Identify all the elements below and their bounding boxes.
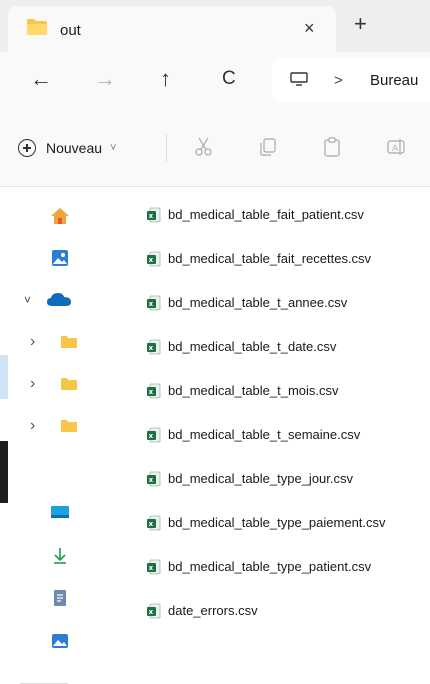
refresh-button[interactable]: C bbox=[222, 66, 236, 92]
svg-text:x: x bbox=[149, 476, 154, 484]
file-row[interactable]: x bd_medical_table_t_mois.csv bbox=[95, 369, 430, 413]
svg-text:x: x bbox=[149, 212, 154, 220]
navigation-bar: ← → ↑ C > Bureau bbox=[0, 52, 430, 110]
file-row[interactable]: x date_errors.csv bbox=[95, 589, 430, 633]
svg-text:x: x bbox=[149, 388, 154, 396]
excel-csv-icon: x bbox=[147, 427, 161, 443]
plus-circle-icon bbox=[18, 139, 36, 157]
excel-csv-icon: x bbox=[147, 515, 161, 531]
excel-csv-icon: x bbox=[147, 339, 161, 355]
up-button[interactable]: ↑ bbox=[160, 66, 171, 92]
file-row[interactable]: x bd_medical_table_type_patient.csv bbox=[95, 545, 430, 589]
file-row[interactable]: x bd_medical_table_fait_patient.csv bbox=[95, 193, 430, 237]
file-name: bd_medical_table_fait_recettes.csv bbox=[168, 251, 372, 266]
pictures-icon[interactable] bbox=[51, 633, 69, 649]
cut-icon[interactable] bbox=[193, 136, 215, 158]
file-row[interactable]: x bd_medical_table_t_date.csv bbox=[95, 325, 430, 369]
file-row[interactable]: x bd_medical_table_fait_recettes.csv bbox=[95, 237, 430, 281]
computer-icon bbox=[290, 72, 308, 86]
excel-csv-icon: x bbox=[147, 383, 161, 399]
file-name: bd_medical_table_t_date.csv bbox=[168, 339, 337, 354]
svg-text:x: x bbox=[149, 520, 154, 528]
desktop-icon[interactable] bbox=[50, 505, 70, 519]
svg-text:A: A bbox=[392, 144, 399, 154]
selection-strip bbox=[0, 355, 8, 399]
file-row[interactable]: x bd_medical_table_type_jour.csv bbox=[95, 457, 430, 501]
excel-csv-icon: x bbox=[147, 603, 161, 619]
expand-chevron-icon[interactable]: ˅ bbox=[24, 293, 31, 307]
folder-icon[interactable] bbox=[60, 335, 78, 349]
new-button[interactable]: Nouveau ˅ bbox=[18, 134, 116, 162]
breadcrumb-separator[interactable]: > bbox=[334, 72, 343, 89]
downloads-icon[interactable] bbox=[52, 547, 68, 565]
svg-text:x: x bbox=[149, 564, 154, 572]
folder-icon bbox=[27, 19, 47, 35]
tab-title: out bbox=[60, 22, 81, 39]
gallery-icon[interactable] bbox=[51, 249, 69, 267]
file-name: bd_medical_table_type_jour.csv bbox=[168, 471, 354, 486]
toolbar-separator bbox=[166, 134, 167, 162]
file-row[interactable]: x bd_medical_table_type_paiement.csv bbox=[95, 501, 430, 545]
copy-icon[interactable] bbox=[257, 136, 279, 158]
command-bar: Nouveau ˅ A bbox=[0, 110, 430, 187]
rename-icon[interactable]: A bbox=[385, 136, 407, 158]
file-name: bd_medical_table_type_patient.csv bbox=[168, 559, 372, 574]
svg-text:x: x bbox=[149, 432, 154, 440]
folder-icon[interactable] bbox=[60, 377, 78, 391]
excel-csv-icon: x bbox=[147, 295, 161, 311]
file-name: bd_medical_table_fait_patient.csv bbox=[168, 207, 364, 222]
file-name: date_errors.csv bbox=[168, 603, 258, 618]
tab-out[interactable]: out × bbox=[8, 6, 336, 52]
excel-csv-icon: x bbox=[147, 251, 161, 267]
excel-csv-icon: x bbox=[147, 207, 161, 223]
home-icon[interactable] bbox=[50, 207, 70, 225]
dark-strip bbox=[0, 441, 8, 503]
navigation-pane: ˅ › › › bbox=[0, 187, 95, 684]
excel-csv-icon: x bbox=[147, 559, 161, 575]
paste-icon[interactable] bbox=[321, 136, 343, 158]
folder-icon[interactable] bbox=[60, 419, 78, 433]
file-name: bd_medical_table_type_paiement.csv bbox=[168, 515, 386, 530]
expand-chevron-icon[interactable]: › bbox=[30, 417, 35, 435]
file-row[interactable]: x bd_medical_table_t_annee.csv bbox=[95, 281, 430, 325]
expand-chevron-icon[interactable]: › bbox=[30, 333, 35, 351]
file-name: bd_medical_table_t_mois.csv bbox=[168, 383, 339, 398]
breadcrumb-bureau[interactable]: Bureau bbox=[370, 72, 418, 89]
forward-button[interactable]: → bbox=[94, 66, 116, 92]
svg-text:x: x bbox=[149, 256, 154, 264]
excel-csv-icon: x bbox=[147, 471, 161, 487]
svg-text:x: x bbox=[149, 608, 154, 616]
file-row[interactable]: x bd_medical_table_t_semaine.csv bbox=[95, 413, 430, 457]
file-name: bd_medical_table_t_annee.csv bbox=[168, 295, 348, 310]
svg-text:x: x bbox=[149, 300, 154, 308]
svg-text:x: x bbox=[149, 344, 154, 352]
file-list: x bd_medical_table_fait_patient.csv x bd… bbox=[95, 187, 430, 653]
new-label: Nouveau bbox=[46, 140, 103, 156]
onedrive-cloud-icon[interactable] bbox=[46, 291, 72, 307]
address-bar[interactable]: > Bureau bbox=[272, 58, 430, 102]
expand-chevron-icon[interactable]: › bbox=[30, 375, 35, 393]
file-name: bd_medical_table_t_semaine.csv bbox=[168, 427, 361, 442]
chevron-down-icon: ˅ bbox=[110, 142, 117, 154]
title-bar: out × + bbox=[0, 0, 430, 52]
close-tab-icon[interactable]: × bbox=[304, 18, 315, 39]
documents-icon[interactable] bbox=[52, 589, 68, 607]
new-tab-button[interactable]: + bbox=[354, 11, 367, 37]
back-button[interactable]: ← bbox=[30, 66, 52, 92]
